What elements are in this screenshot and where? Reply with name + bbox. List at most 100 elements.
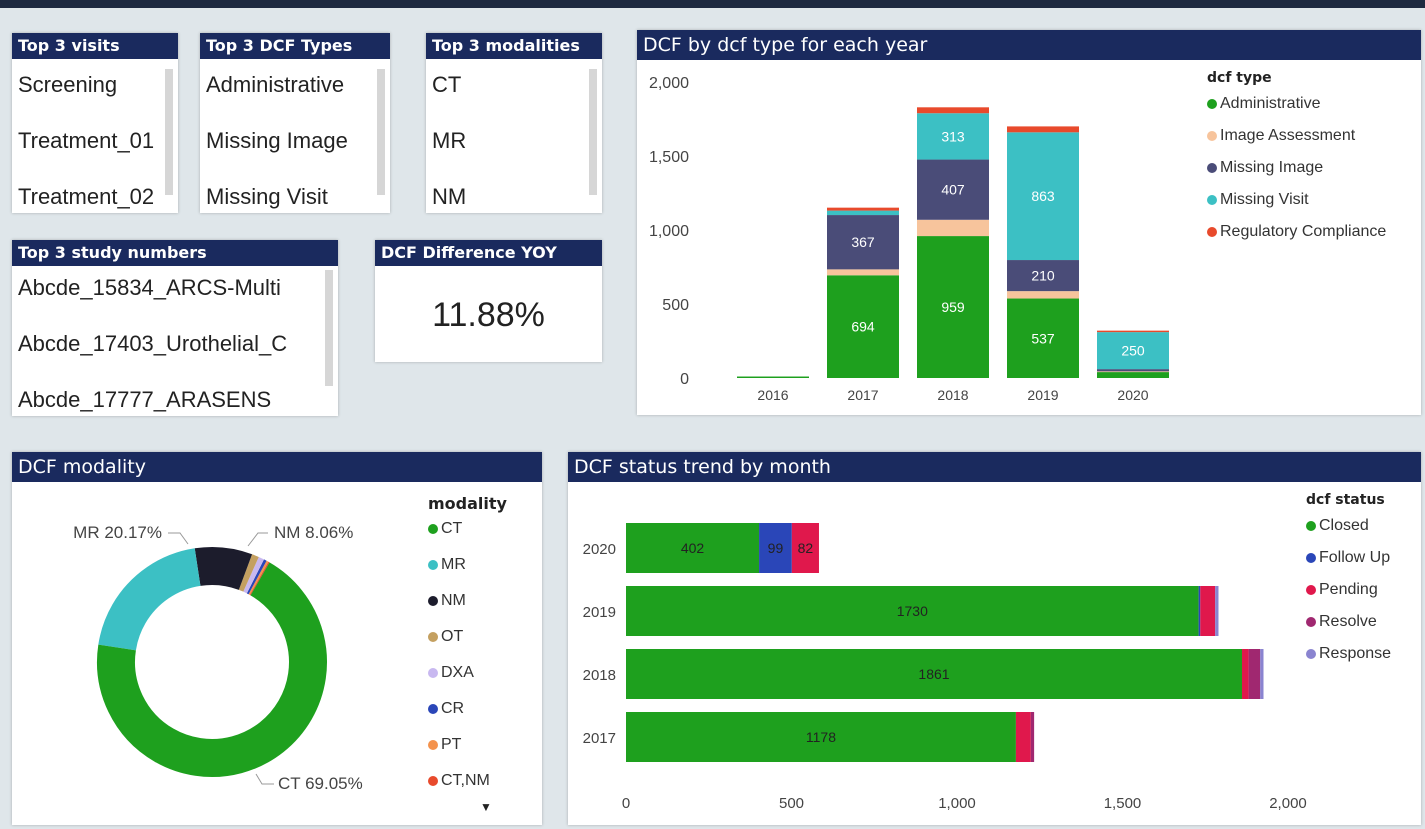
x-tick-label: 2017 <box>847 387 878 403</box>
slicer-item[interactable]: Abcde_17403_Urothelial_C <box>18 320 324 376</box>
bar-segment-image-assessment-2019[interactable] <box>1007 291 1079 299</box>
bar-segment-regulatory-compliance-2018[interactable] <box>917 107 989 114</box>
legend-item-image-assessment[interactable]: Image Assessment <box>1207 126 1386 158</box>
leader-line <box>255 773 274 785</box>
slicer-item[interactable]: MR <box>432 117 588 173</box>
legend-swatch <box>428 524 438 534</box>
slicer-item[interactable]: NM <box>432 173 588 213</box>
bar-segment-pending-2017[interactable] <box>1015 712 1031 762</box>
legend-label: Response <box>1319 645 1392 662</box>
slicer-item[interactable]: Missing Image <box>206 117 376 173</box>
legend-label: Follow Up <box>1319 549 1391 566</box>
legend-title: dcf type <box>1207 70 1272 86</box>
bar-segment-response-2018[interactable] <box>1260 649 1264 699</box>
bar-segment-administrative-2016[interactable] <box>737 376 809 378</box>
legend-swatch <box>428 704 438 714</box>
y-tick-label: 1,000 <box>649 223 689 240</box>
slicer-item[interactable]: Administrative <box>206 61 376 117</box>
y-tick-label: 2017 <box>583 730 616 747</box>
bar-segment-image-assessment-2018[interactable] <box>917 219 989 237</box>
legend-label: CT,NM <box>441 772 490 789</box>
bar-segment-resolve-2018[interactable] <box>1248 649 1261 699</box>
bar-segment-missing-visit-2017[interactable] <box>827 210 899 216</box>
slicer-title: Top 3 visits <box>12 33 178 59</box>
leader-line <box>168 532 189 545</box>
donut-label-ct: CT 69.05% <box>278 774 363 793</box>
legend-item-pt[interactable]: PT <box>428 735 507 771</box>
scrollbar[interactable] <box>325 270 333 386</box>
slicer-list: Administrative Missing Image Missing Vis… <box>206 61 376 213</box>
legend-item-regulatory-compliance[interactable]: Regulatory Compliance <box>1207 222 1386 254</box>
slicer-item[interactable]: CT <box>432 61 588 117</box>
horizontal-stacked-bar-chart: 402 99 82 2020 1730 2019 1861 2018 1178 2017 0 500 1… <box>583 523 1307 812</box>
kpi-title: DCF Difference YOY <box>375 240 602 266</box>
x-tick-label: 2016 <box>757 387 788 403</box>
slicer-item[interactable]: Abcde_17777_ARASENS <box>18 376 324 416</box>
bar-segment-resolve-2017[interactable] <box>1030 712 1035 762</box>
bar-segment-pending-2018[interactable] <box>1241 649 1249 699</box>
bar-segment-regulatory-compliance-2020[interactable] <box>1097 330 1169 333</box>
legend-label: Administrative <box>1220 95 1321 112</box>
slicer-top-study-numbers: Top 3 study numbers Abcde_15834_ARCS-Mul… <box>12 240 338 416</box>
y-tick-label: 0 <box>680 371 689 388</box>
legend-item-follow-up[interactable]: Follow Up <box>1306 548 1391 580</box>
x-tick-label: 1,500 <box>1104 795 1142 812</box>
bar-segment-missing-image-2020[interactable] <box>1097 369 1169 372</box>
scrollbar[interactable] <box>165 69 173 195</box>
bar-segment-image-assessment-2020[interactable] <box>1097 371 1169 373</box>
bar-segment-pending-2019[interactable] <box>1200 586 1216 636</box>
legend-swatch <box>1207 195 1217 205</box>
legend-item-ot[interactable]: OT <box>428 627 507 663</box>
slicer-list: CT MR NM <box>432 61 588 213</box>
legend-item-missing-visit[interactable]: Missing Visit <box>1207 190 1386 222</box>
slicer-item[interactable]: Treatment_01 <box>18 117 164 173</box>
legend-label: Pending <box>1319 581 1378 598</box>
slicer-item[interactable]: Treatment_02 <box>18 173 164 213</box>
chart-legend: modality CT MR NM OT DXA CR PT CT,NM ▼ <box>428 494 507 813</box>
data-label: 367 <box>851 234 875 250</box>
legend-more-chevron-down-icon[interactable]: ▼ <box>428 801 507 813</box>
legend-label: CT <box>441 520 463 537</box>
legend-swatch <box>1306 649 1316 659</box>
data-label: 694 <box>851 319 875 335</box>
legend-label: Missing Image <box>1220 159 1324 176</box>
bar-segment-regulatory-compliance-2017[interactable] <box>827 207 899 211</box>
legend-swatch <box>1306 521 1316 531</box>
bar-segment-administrative-2020[interactable] <box>1097 372 1169 378</box>
slicer-top-modalities: Top 3 modalities CT MR NM <box>426 33 602 213</box>
legend-item-nm[interactable]: NM <box>428 591 507 627</box>
legend-item-administrative[interactable]: Administrative <box>1207 94 1386 126</box>
legend-item-response[interactable]: Response <box>1306 644 1391 676</box>
slicer-item[interactable]: Missing Visit <box>206 173 376 213</box>
bar-segment-regulatory-compliance-2019[interactable] <box>1007 126 1079 133</box>
bar-segment-follow-up-2019[interactable] <box>1198 586 1201 636</box>
data-label: 537 <box>1031 330 1055 346</box>
chart-title: DCF by dcf type for each year <box>637 30 1421 60</box>
legend-label: Image Assessment <box>1220 127 1356 144</box>
scrollbar[interactable] <box>377 69 385 195</box>
legend-item-mr[interactable]: MR <box>428 555 507 591</box>
scrollbar[interactable] <box>589 69 597 195</box>
slicer-item[interactable]: Abcde_15834_ARCS-Multi <box>18 264 324 320</box>
legend-item-dxa[interactable]: DXA <box>428 663 507 699</box>
y-tick-label: 500 <box>662 297 689 314</box>
legend-item-resolve[interactable]: Resolve <box>1306 612 1391 644</box>
legend-item-missing-image[interactable]: Missing Image <box>1207 158 1386 190</box>
legend-item-pending[interactable]: Pending <box>1306 580 1391 612</box>
legend-label: Missing Visit <box>1220 191 1309 208</box>
x-tick-label: 2019 <box>1027 387 1058 403</box>
bar-segment-response-2019[interactable] <box>1215 586 1219 636</box>
legend-swatch <box>428 632 438 642</box>
legend-item-cr[interactable]: CR <box>428 699 507 735</box>
legend-item-ct-nm[interactable]: CT,NM <box>428 771 507 801</box>
x-tick-label: 1,000 <box>938 795 976 812</box>
slicer-item[interactable]: Screening <box>18 61 164 117</box>
legend-swatch <box>1306 553 1316 563</box>
chart-title: DCF modality <box>12 452 542 482</box>
data-label: 82 <box>798 540 814 556</box>
legend-item-ct[interactable]: CT <box>428 519 507 555</box>
x-tick-label: 500 <box>779 795 804 812</box>
bar-segment-image-assessment-2017[interactable] <box>827 269 899 276</box>
legend-item-closed[interactable]: Closed <box>1306 516 1391 548</box>
legend-label: MR <box>441 556 466 573</box>
